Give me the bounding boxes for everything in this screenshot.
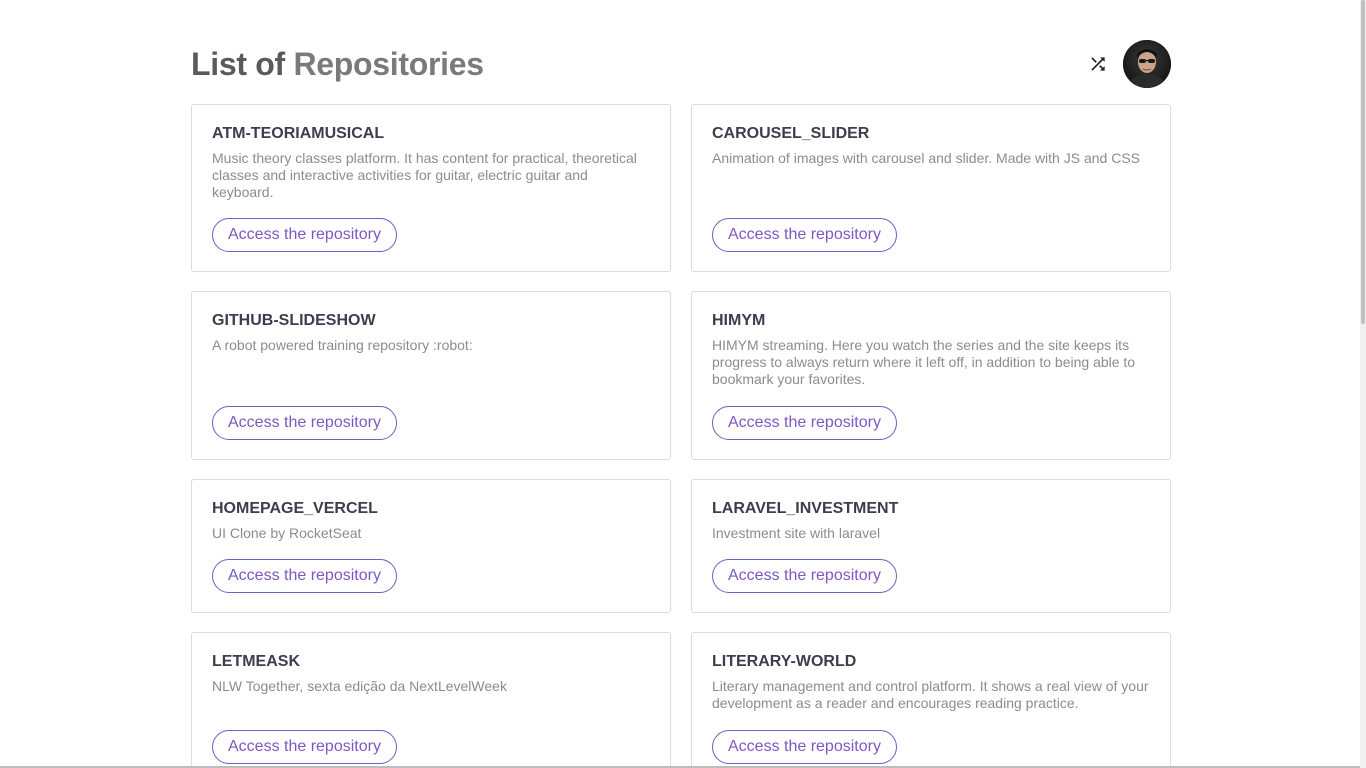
repo-name: LITERARY-WORLD (712, 653, 857, 670)
access-repository-button[interactable]: Access the repository (712, 406, 897, 440)
repo-description: Literary management and control platform… (712, 678, 1149, 711)
repo-description: NLW Together, sexta edição da NextLevelW… (212, 678, 507, 694)
page-title: List of Repositories (191, 46, 484, 83)
repo-card: LITERARY-WORLD Literary management and c… (691, 632, 1171, 768)
avatar[interactable] (1123, 40, 1171, 88)
access-repository-button[interactable]: Access the repository (712, 730, 897, 764)
header-actions (1081, 40, 1171, 88)
avatar-image (1123, 40, 1171, 88)
repo-card: HOMEPAGE_VERCEL UI Clone by RocketSeat A… (191, 479, 671, 613)
repo-name: HOMEPAGE_VERCEL (212, 500, 378, 517)
repo-card: HIMYM HIMYM streaming. Here you watch th… (691, 291, 1171, 460)
shuffle-button[interactable] (1081, 47, 1115, 81)
access-repository-button[interactable]: Access the repository (712, 559, 897, 593)
repo-name: CAROUSEL_SLIDER (712, 125, 870, 142)
access-repository-button[interactable]: Access the repository (212, 406, 397, 440)
repo-name: LARAVEL_INVESTMENT (712, 500, 899, 517)
scrollbar[interactable] (1360, 0, 1366, 768)
repo-card: ATM-TEORIAMUSICAL Music theory classes p… (191, 104, 671, 272)
repo-description: Music theory classes platform. It has co… (212, 150, 637, 200)
repo-card: LETMEASK NLW Together, sexta edição da N… (191, 632, 671, 768)
repo-description: A robot powered training repository :rob… (212, 337, 473, 353)
scrollbar-thumb[interactable] (1361, 0, 1365, 324)
access-repository-button[interactable]: Access the repository (212, 218, 397, 252)
repo-card: GITHUB-SLIDESHOW A robot powered trainin… (191, 291, 671, 460)
repo-name: LETMEASK (212, 653, 300, 670)
page-title-prefix: List of (191, 45, 285, 82)
shuffle-icon (1091, 57, 1105, 71)
repo-card: CAROUSEL_SLIDER Animation of images with… (691, 104, 1171, 272)
access-repository-button[interactable]: Access the repository (712, 218, 897, 252)
repo-description: Investment site with laravel (712, 525, 881, 541)
repo-name: HIMYM (712, 312, 766, 329)
access-repository-button[interactable]: Access the repository (212, 730, 397, 764)
repo-name: GITHUB-SLIDESHOW (212, 312, 376, 329)
repositories-page: List of Repositories ATM-TEORIAMUSICAL M… (0, 0, 1366, 768)
repo-description: UI Clone by RocketSeat (212, 525, 362, 541)
repo-name: ATM-TEORIAMUSICAL (212, 125, 385, 142)
page-header: List of Repositories (191, 40, 1171, 88)
repo-description: HIMYM streaming. Here you watch the seri… (712, 337, 1136, 387)
repo-description: Animation of images with carousel and sl… (712, 150, 1140, 166)
page-title-accent: Repositories (293, 45, 484, 82)
repo-card: LARAVEL_INVESTMENT Investment site with … (691, 479, 1171, 613)
access-repository-button[interactable]: Access the repository (212, 559, 397, 593)
